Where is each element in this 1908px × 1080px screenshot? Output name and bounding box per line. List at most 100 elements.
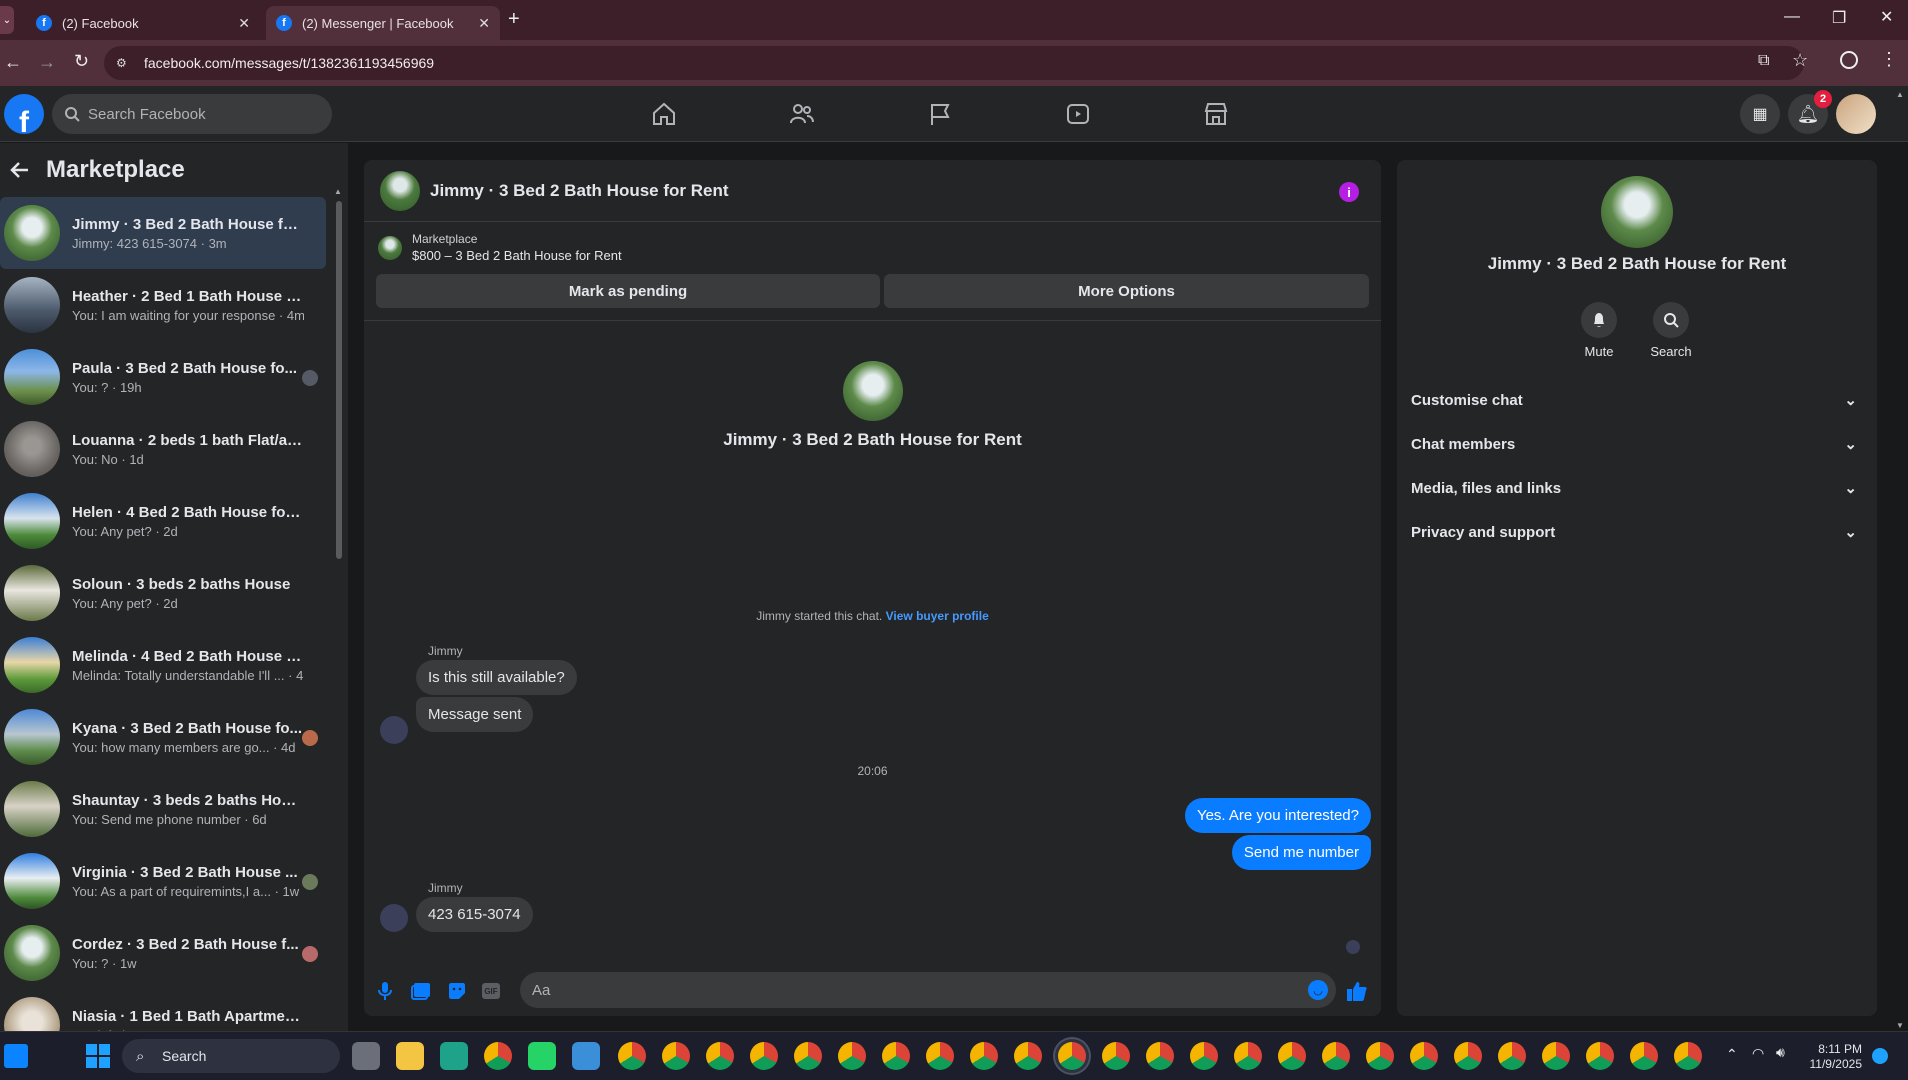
conversation-item[interactable]: Helen · 4 Bed 2 Bath House for ... You: A… [0, 485, 326, 557]
close-tab-icon[interactable]: ✕ [478, 15, 490, 32]
system-clock[interactable]: 8:11 PM 11/9/2025 [1810, 1042, 1863, 1072]
chrome-profile-icon[interactable] [706, 1042, 734, 1070]
chrome-profile-icon[interactable] [1058, 1042, 1086, 1070]
back-arrow-icon[interactable] [10, 160, 30, 180]
forward-icon[interactable]: → [38, 52, 56, 73]
start-menu-icon[interactable] [4, 1044, 28, 1068]
profile-avatar-large[interactable] [843, 361, 903, 421]
page-scrollbar[interactable]: ▲ ▼ [1896, 90, 1906, 1030]
close-window-button[interactable]: ✕ [1880, 7, 1893, 27]
conversation-item[interactable]: Paula · 3 Bed 2 Bath House fo... You: ? ·… [0, 341, 326, 413]
volume-icon[interactable]: 🔊︎ [1776, 1044, 1785, 1061]
conversation-item[interactable]: Louanna · 2 beds 1 bath Flat/apa... You: … [0, 413, 326, 485]
maximize-button[interactable]: ❐ [1832, 8, 1846, 28]
conversation-item[interactable]: Heather · 2 Bed 1 Bath House fo... You: I… [0, 269, 326, 341]
chrome-profile-icon[interactable] [794, 1042, 822, 1070]
conversation-item[interactable]: Cordez · 3 Bed 2 Bath House f... You: ? ·… [0, 917, 326, 989]
menu-grid-button[interactable]: ▦ [1740, 94, 1780, 134]
tab-list-button[interactable]: ⌄ [0, 6, 14, 34]
friends-icon[interactable] [786, 98, 818, 130]
scrollbar-thumb[interactable] [336, 201, 342, 559]
chrome-profile-icon[interactable] [1674, 1042, 1702, 1070]
windows-logo-icon[interactable] [86, 1044, 110, 1068]
conversation-item[interactable]: Kyana · 3 Bed 2 Bath House fo... You: how… [0, 701, 326, 773]
edge-icon[interactable] [440, 1042, 468, 1070]
chrome-profile-icon[interactable] [618, 1042, 646, 1070]
chrome-profile-icon[interactable] [838, 1042, 866, 1070]
chrome-profile-icon[interactable] [662, 1042, 690, 1070]
conversation-item[interactable]: Melinda · 4 Bed 2 Bath House fo... Melind… [0, 629, 326, 701]
search-facebook-input[interactable]: Search Facebook [52, 94, 332, 134]
chrome-profile-icon[interactable] [1498, 1042, 1526, 1070]
chat-members-section[interactable]: Chat members ⌄ [1411, 424, 1871, 464]
chrome-profile-icon[interactable] [1410, 1042, 1438, 1070]
conversation-item[interactable]: Shauntay · 3 beds 2 baths House You: Send… [0, 773, 326, 845]
mute-button[interactable]: Mute [1569, 302, 1629, 359]
scroll-up-icon[interactable]: ▲ [334, 187, 342, 196]
facebook-logo[interactable]: f [4, 94, 44, 134]
outgoing-message[interactable]: Yes. Are you interested? [1184, 798, 1371, 833]
reload-icon[interactable]: ↻ [74, 51, 89, 72]
incoming-message[interactable]: 423 615-3074 [416, 897, 533, 932]
close-tab-icon[interactable]: ✕ [238, 15, 250, 32]
scroll-down-icon[interactable]: ▼ [1896, 1021, 1904, 1030]
chrome-icon[interactable] [484, 1042, 512, 1070]
sidebar-scrollbar[interactable]: ▲ [334, 183, 342, 973]
outgoing-message[interactable]: Send me number [1231, 835, 1371, 870]
chrome-profile-icon[interactable] [1102, 1042, 1130, 1070]
chrome-profile-icon[interactable] [926, 1042, 954, 1070]
bookmark-star-icon[interactable]: ☆ [1792, 50, 1808, 71]
incoming-message[interactable]: Message sent [416, 697, 534, 732]
microphone-icon[interactable] [374, 980, 396, 1002]
account-avatar[interactable] [1836, 94, 1876, 134]
conversation-item[interactable]: Virginia · 3 Bed 2 Bath House ... You: As… [0, 845, 326, 917]
chrome-profile-icon[interactable] [750, 1042, 778, 1070]
show-hidden-icons[interactable]: ⌃ [1726, 1046, 1738, 1063]
marketplace-listing-info[interactable]: Marketplace $800 – 3 Bed 2 Bath House fo… [378, 232, 622, 263]
chrome-profile-icon[interactable] [970, 1042, 998, 1070]
notepad-icon[interactable] [572, 1042, 600, 1070]
privacy-support-section[interactable]: Privacy and support ⌄ [1411, 512, 1871, 552]
sender-avatar[interactable] [380, 716, 408, 744]
scroll-up-icon[interactable]: ▲ [1896, 90, 1906, 99]
profile-icon[interactable] [1840, 51, 1858, 69]
new-tab-button[interactable]: + [508, 8, 520, 31]
chrome-profile-icon[interactable] [882, 1042, 910, 1070]
install-app-icon[interactable]: ⧉ [1758, 52, 1769, 70]
chrome-profile-icon[interactable] [1190, 1042, 1218, 1070]
chrome-profile-icon[interactable] [1014, 1042, 1042, 1070]
url-field[interactable]: ⚙ facebook.com/messages/t/13823611934569… [104, 46, 1804, 80]
tab-messenger[interactable]: f (2) Messenger | Facebook ✕ [266, 6, 500, 40]
conversation-item[interactable]: Jimmy · 3 Bed 2 Bath House for ... Jimmy:… [0, 197, 326, 269]
chrome-profile-icon[interactable] [1146, 1042, 1174, 1070]
more-options-button[interactable]: More Options [884, 274, 1369, 308]
chrome-profile-icon[interactable] [1322, 1042, 1350, 1070]
minimize-button[interactable]: — [1784, 8, 1800, 26]
tab-facebook[interactable]: f (2) Facebook ✕ [26, 6, 260, 40]
browser-menu-icon[interactable]: ⋮ [1880, 49, 1898, 70]
details-avatar[interactable] [1601, 176, 1673, 248]
search-conversation-button[interactable]: Search [1641, 302, 1701, 359]
wifi-icon[interactable]: ◠ [1752, 1045, 1764, 1062]
sticker-icon[interactable] [446, 980, 468, 1002]
chrome-profile-icon[interactable] [1234, 1042, 1262, 1070]
task-view-icon[interactable] [352, 1042, 380, 1070]
chat-avatar[interactable] [380, 170, 420, 211]
chat-title[interactable]: Jimmy · 3 Bed 2 Bath House for Rent [430, 181, 729, 201]
view-buyer-profile-link[interactable]: View buyer profile [886, 609, 989, 623]
chrome-profile-icon[interactable] [1586, 1042, 1614, 1070]
gif-icon[interactable]: GIF [480, 980, 502, 1002]
chrome-profile-icon[interactable] [1542, 1042, 1570, 1070]
message-input[interactable]: Aa ◡ [520, 972, 1336, 1008]
marketplace-icon[interactable] [1200, 98, 1232, 130]
site-info-icon[interactable]: ⚙ [116, 56, 127, 70]
conversation-item[interactable]: Soloun · 3 beds 2 baths House You: Any pe… [0, 557, 326, 629]
taskbar-search[interactable]: ⌕ Search [122, 1039, 340, 1073]
conversation-item[interactable]: Niasia · 1 Bed 1 Bath Apartment ...You l… [0, 989, 326, 1031]
notifications-button[interactable]: 🔔︎ 2 [1788, 90, 1832, 134]
media-files-links-section[interactable]: Media, files and links ⌄ [1411, 468, 1871, 508]
thumbs-up-icon[interactable] [1346, 980, 1368, 1002]
incoming-message[interactable]: Is this still available? [416, 660, 577, 695]
info-icon[interactable]: i [1339, 182, 1359, 202]
chrome-profile-icon[interactable] [1278, 1042, 1306, 1070]
